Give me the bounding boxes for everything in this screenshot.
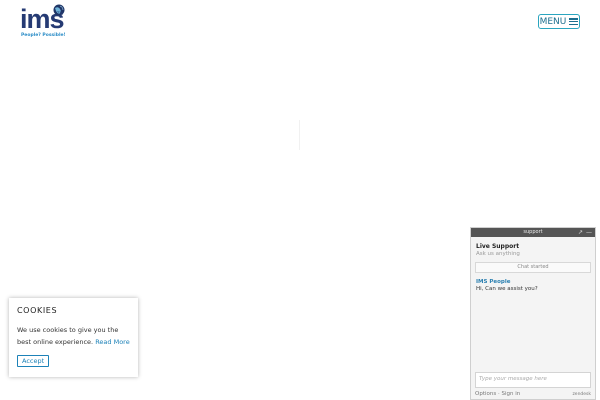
chat-status: Chat started — [475, 262, 591, 273]
agent-message: Hi, Can we assist you? — [476, 286, 538, 292]
logo-trademark: TM — [57, 11, 63, 16]
read-more-link[interactable]: Read More — [95, 338, 130, 346]
chat-title: Live Support — [476, 243, 520, 250]
cookie-text: We use cookies to give you the best onli… — [17, 324, 130, 348]
logo-tagline: People? Possible! — [21, 33, 66, 38]
agent-name: IMS People — [476, 279, 511, 285]
chat-message-input[interactable]: Type your message here — [475, 372, 591, 388]
footer-separator: · — [497, 391, 500, 397]
chat-widget: support ↗ — Live Support Ask us anything… — [470, 227, 596, 400]
content-divider — [299, 120, 300, 150]
options-link[interactable]: Options — [475, 391, 496, 397]
popout-icon[interactable]: ↗ — [578, 228, 583, 237]
cookie-notice: COOKIES We use cookies to give you the b… — [9, 298, 138, 377]
menu-button[interactable]: MENU — [538, 14, 580, 29]
accept-button[interactable]: Accept — [17, 355, 50, 367]
chat-footer: Options · Sign in — [475, 391, 520, 397]
menu-label: MENU — [539, 16, 567, 27]
chat-header[interactable]: support ↗ — — [471, 228, 595, 237]
hamburger-icon — [569, 18, 579, 25]
minimize-icon[interactable]: — — [586, 228, 592, 237]
ims-logo[interactable]: ims TM People? Possible! — [20, 4, 68, 40]
zendesk-brand[interactable]: zendesk — [572, 392, 591, 397]
cookie-title: COOKIES — [17, 306, 58, 315]
sign-in-link[interactable]: Sign in — [501, 391, 520, 397]
chat-subtitle: Ask us anything — [476, 251, 520, 257]
chat-header-title: support — [523, 229, 543, 235]
